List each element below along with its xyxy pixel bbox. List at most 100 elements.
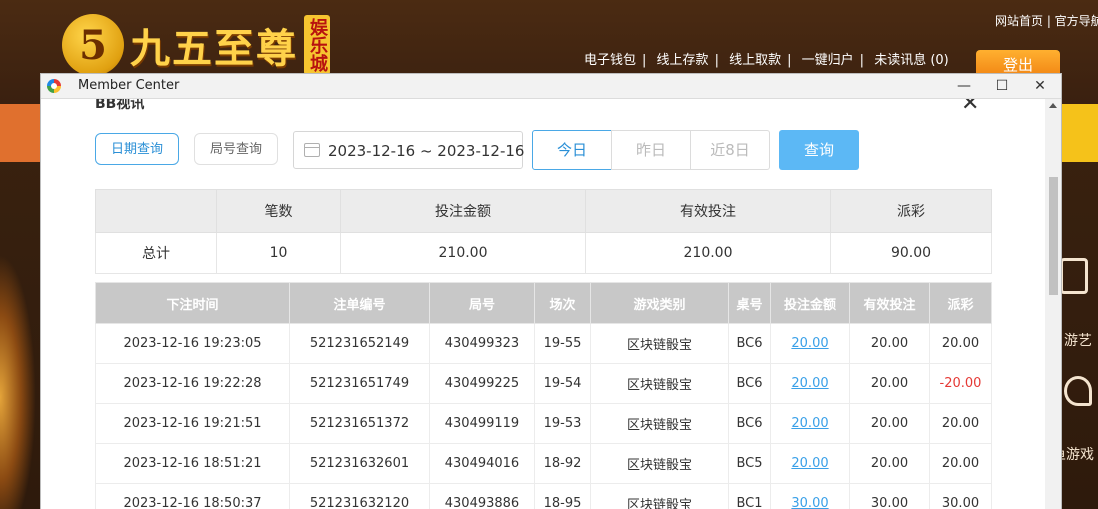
detail-header-row: 下注时间 注单编号 局号 场次 游戏类别 桌号 投注金额 有效投注 派彩 [95, 282, 992, 324]
browser-icon [47, 79, 61, 93]
decorative-glow [0, 230, 42, 509]
cell-bet-amount-link[interactable]: 30.00 [770, 483, 850, 509]
cell-bet-amount-link[interactable]: 20.00 [770, 403, 850, 444]
summary-header: 有效投注 [585, 189, 831, 233]
cell-session: 19-55 [534, 323, 591, 364]
cell-payout-negative: -20.00 [929, 363, 992, 404]
cell-bet-amount-link[interactable]: 20.00 [770, 363, 850, 404]
date-range-value: 2023-12-16 ~ 2023-12-16 [328, 142, 525, 160]
cell-game-type: 区块链骰宝 [590, 483, 729, 509]
cell-round-id: 430494016 [429, 443, 535, 484]
window-content: BB视讯 ✕ 日期查询 局号查询 2023-12-16 ~ 2023-12-16… [41, 99, 1045, 509]
summary-cell: 10 [216, 232, 341, 274]
close-window-button[interactable]: ✕ [1021, 74, 1059, 98]
cell-payout: 20.00 [929, 403, 992, 444]
nav-one-click-transfer[interactable]: 一键归户 [802, 53, 854, 68]
cell-bet-amount-link[interactable]: 20.00 [770, 443, 850, 484]
cell-game-type: 区块链骰宝 [590, 363, 729, 404]
summary-total-row: 总计 10 210.00 210.00 90.00 [95, 232, 992, 274]
cell-payout: 30.00 [929, 483, 992, 509]
date-range-picker[interactable]: 2023-12-16 ~ 2023-12-16 [293, 131, 525, 169]
nav-separator: | [642, 53, 647, 68]
nav-separator: | [714, 53, 719, 68]
header-payout: 派彩 [929, 282, 992, 324]
nav-separator: | [787, 53, 792, 68]
cell-bet-amount-link[interactable]: 20.00 [770, 323, 850, 364]
top-links[interactable]: 网站首页 | 官方导航 [995, 12, 1098, 29]
cell-round-id: 430499119 [429, 403, 535, 444]
summary-header: 派彩 [830, 189, 992, 233]
calendar-icon [304, 143, 320, 157]
cell-bet-time: 2023-12-16 19:21:51 [95, 403, 290, 444]
nav-unread-messages[interactable]: 未读讯息 (0) [874, 53, 949, 68]
header-valid-bet: 有效投注 [849, 282, 930, 324]
window-title: Member Center [78, 78, 180, 93]
header-bet-id: 注单编号 [289, 282, 430, 324]
summary-cell: 210.00 [585, 232, 831, 274]
cell-bet-id: 521231652149 [289, 323, 430, 364]
quick-yesterday-button[interactable]: 昨日 [611, 130, 691, 170]
close-panel-icon[interactable]: ✕ [961, 99, 979, 116]
table-row: 2023-12-16 18:51:21 521231632601 4304940… [95, 443, 992, 484]
section-title: BB视讯 [95, 99, 145, 112]
cell-game-type: 区块链骰宝 [590, 403, 729, 444]
bet-detail-table: 下注时间 注单编号 局号 场次 游戏类别 桌号 投注金额 有效投注 派彩 202… [95, 282, 992, 509]
cell-bet-time: 2023-12-16 19:22:28 [95, 363, 290, 404]
cell-bet-id: 521231632120 [289, 483, 430, 509]
cell-session: 18-92 [534, 443, 591, 484]
cell-valid-bet: 20.00 [849, 323, 930, 364]
tab-round-query[interactable]: 局号查询 [194, 133, 278, 165]
fish-icon [1064, 376, 1092, 406]
cell-round-id: 430493886 [429, 483, 535, 509]
cell-table-no: BC6 [728, 363, 771, 404]
cell-bet-time: 2023-12-16 18:51:21 [95, 443, 290, 484]
cell-game-type: 区块链骰宝 [590, 323, 729, 364]
scrollbar-thumb[interactable] [1049, 177, 1058, 295]
cell-valid-bet: 20.00 [849, 443, 930, 484]
nav-deposit[interactable]: 线上存款 [657, 53, 709, 68]
table-row: 2023-12-16 19:22:28 521231651749 4304992… [95, 363, 992, 404]
scroll-up-arrow-icon[interactable] [1049, 103, 1057, 108]
site-nav-strip-accent [1060, 104, 1098, 162]
window-titlebar[interactable]: Member Center — ☐ ✕ [41, 74, 1061, 99]
side-item-arcade-label: 游艺 [1064, 333, 1092, 349]
cell-table-no: BC6 [728, 323, 771, 364]
header-table-no: 桌号 [728, 282, 771, 324]
arcade-icon [1060, 258, 1088, 294]
minimize-button[interactable]: — [945, 74, 983, 98]
header-bet-amount: 投注金额 [770, 282, 850, 324]
query-button[interactable]: 查询 [779, 130, 859, 170]
maximize-button[interactable]: ☐ [983, 74, 1021, 98]
cell-session: 18-95 [534, 483, 591, 509]
cell-round-id: 430499323 [429, 323, 535, 364]
logo-text: 九五至尊 [130, 25, 298, 72]
cell-bet-id: 521231651749 [289, 363, 430, 404]
nav-wallet[interactable]: 电子钱包 [584, 53, 636, 68]
logo-tag: 娱乐城 [304, 15, 330, 75]
cell-bet-id: 521231632601 [289, 443, 430, 484]
site-logo[interactable]: 5 九五至尊 娱乐城 [62, 10, 330, 80]
vertical-scrollbar[interactable] [1045, 99, 1061, 509]
cell-payout: 20.00 [929, 323, 992, 364]
table-row: 2023-12-16 18:50:37 521231632120 4304938… [95, 483, 992, 509]
cell-round-id: 430499225 [429, 363, 535, 404]
member-center-window: Member Center — ☐ ✕ BB视讯 ✕ 日期查询 局号查询 202… [41, 74, 1061, 509]
top-nav: 电子钱包 | 线上存款 | 线上取款 | 一键归户 | 未读讯息 (0) [584, 49, 949, 68]
cell-session: 19-54 [534, 363, 591, 404]
nav-withdraw[interactable]: 线上取款 [729, 53, 781, 68]
summary-header [95, 189, 217, 233]
header-bet-time: 下注时间 [95, 282, 290, 324]
quick-last8days-button[interactable]: 近8日 [690, 130, 770, 170]
cell-valid-bet: 20.00 [849, 403, 930, 444]
tab-date-query[interactable]: 日期查询 [95, 133, 179, 165]
cell-table-no: BC1 [728, 483, 771, 509]
quick-today-button[interactable]: 今日 [532, 130, 612, 170]
header-round-id: 局号 [429, 282, 535, 324]
summary-header: 笔数 [216, 189, 341, 233]
header-session: 场次 [534, 282, 591, 324]
cell-game-type: 区块链骰宝 [590, 443, 729, 484]
cell-bet-id: 521231651372 [289, 403, 430, 444]
cell-valid-bet: 20.00 [849, 363, 930, 404]
summary-cell: 210.00 [340, 232, 586, 274]
cell-table-no: BC5 [728, 443, 771, 484]
